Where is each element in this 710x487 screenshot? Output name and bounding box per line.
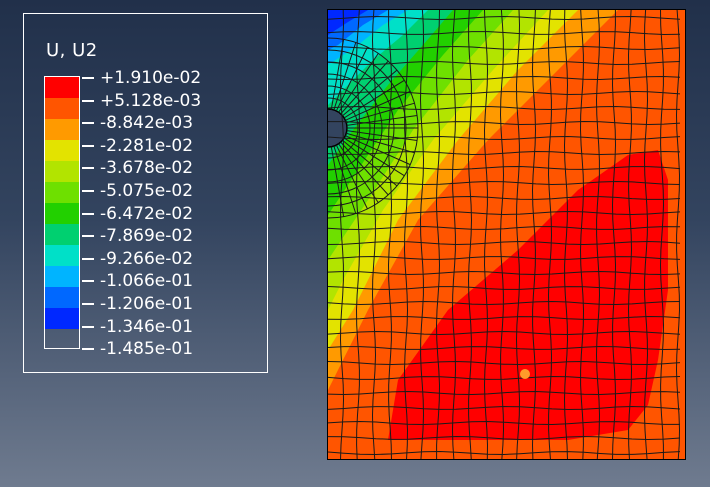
- legend-panel: U, U2 +1.910e-02 +5.128e-03 -8.842e-03 -2.2…: [23, 13, 268, 373]
- legend-tick-mark: [82, 257, 94, 260]
- legend-swatch: [45, 77, 79, 98]
- legend-tick-mark: [82, 122, 94, 125]
- legend-tick-mark: [82, 167, 94, 170]
- legend-value: -7.869e-02: [100, 226, 194, 247]
- legend-color-bar: [44, 76, 80, 349]
- legend-value: -9.266e-02: [100, 248, 194, 269]
- legend-tick-mark: [82, 303, 94, 305]
- legend-tick-label: -9.266e-02: [82, 248, 193, 270]
- legend-swatch: [45, 245, 79, 266]
- legend-tick-mark: [82, 212, 94, 215]
- probe-marker[interactable]: [520, 369, 530, 379]
- legend-title: U, U2: [46, 40, 98, 61]
- legend-value: -5.075e-02: [100, 181, 194, 201]
- legend-value: -1.066e-01: [100, 271, 194, 292]
- legend-tick-label: +1.910e-02: [82, 67, 201, 89]
- legend-value: +1.910e-02: [100, 68, 202, 88]
- legend-value: -1.346e-01: [100, 316, 194, 337]
- legend-tick-mark: [82, 325, 94, 328]
- legend-tick-mark: [82, 190, 94, 192]
- legend-swatch: [45, 203, 79, 224]
- legend-swatch: [45, 308, 79, 329]
- legend-tick-label: -7.869e-02: [82, 225, 193, 247]
- legend-tick-label: -1.206e-01: [82, 293, 193, 315]
- legend-tick-label: -2.281e-02: [82, 135, 193, 157]
- legend-value: -2.281e-02: [100, 135, 194, 156]
- contour-plot-canvas: [328, 10, 685, 459]
- legend-value: -1.206e-01: [100, 294, 194, 314]
- legend-tick-label: +5.128e-03: [82, 90, 201, 112]
- legend-tick-mark: [82, 280, 94, 283]
- legend-swatch: [45, 266, 79, 287]
- legend-swatch: [45, 161, 79, 182]
- legend-tick-mark: [82, 144, 94, 147]
- legend-tick-mark: [82, 99, 94, 102]
- legend-tick-label: -3.678e-02: [82, 157, 193, 179]
- legend-tick-mark: [82, 77, 94, 79]
- legend-tick-label: -8.842e-03: [82, 112, 193, 134]
- legend-tick-mark: [82, 348, 94, 351]
- legend-tick-label: -1.485e-01: [82, 338, 193, 360]
- legend-tick-label: -5.075e-02: [82, 180, 193, 202]
- legend-tick-label: -1.066e-01: [82, 270, 193, 292]
- legend-value: -1.485e-01: [100, 339, 194, 360]
- legend-swatch: [45, 140, 79, 161]
- legend-value: -6.472e-02: [100, 203, 194, 224]
- legend-tick-label: -1.346e-01: [82, 316, 193, 338]
- legend-tick-label: -6.472e-02: [82, 203, 193, 225]
- legend-swatch: [45, 182, 79, 203]
- legend-value: +5.128e-03: [100, 90, 202, 111]
- legend-swatch: [45, 98, 79, 119]
- legend-value: -3.678e-02: [100, 158, 194, 179]
- legend-swatch: [45, 287, 79, 308]
- legend-swatch: [45, 224, 79, 245]
- legend-value: -8.842e-03: [100, 113, 194, 134]
- legend-swatch: [45, 119, 79, 140]
- legend-tick-mark: [82, 235, 94, 238]
- contour-plot[interactable]: [327, 9, 686, 460]
